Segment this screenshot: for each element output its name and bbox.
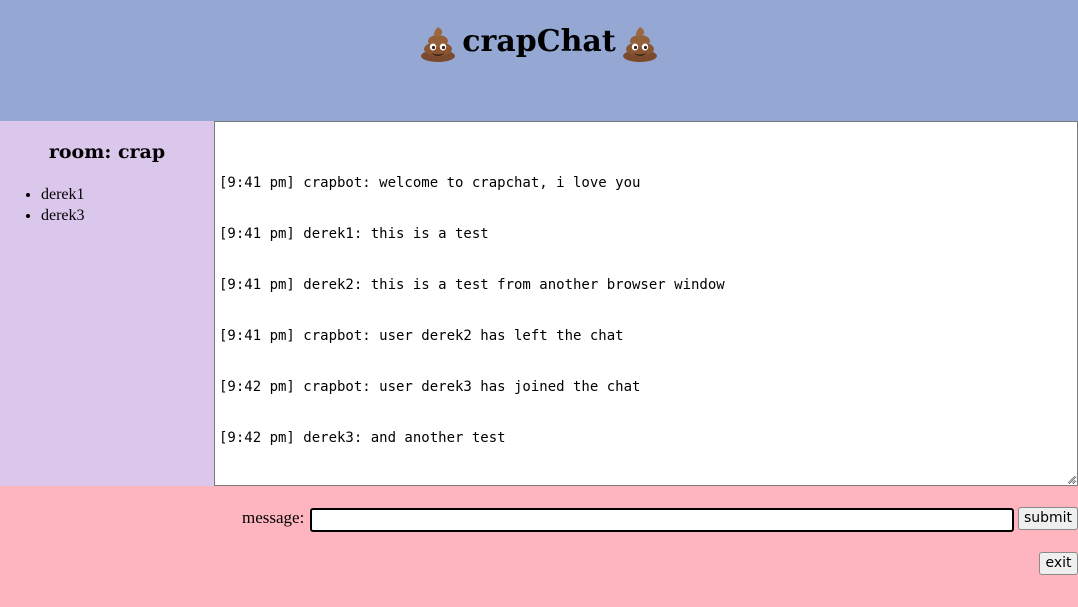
chat-message: [9:41 pm] derek1: this is a test	[219, 226, 489, 242]
room-sidebar: room: crap derek1 derek3	[0, 121, 214, 486]
user-list-item: derek1	[41, 184, 85, 205]
chat-messages: [9:41 pm] crapbot: welcome to crapchat, …	[219, 141, 725, 481]
resize-handle-icon[interactable]	[1067, 475, 1075, 483]
message-footer: message: submit exit	[0, 486, 1078, 607]
chat-message: [9:41 pm] derek2: this is a test from an…	[219, 277, 725, 293]
header: crapChat	[0, 0, 1078, 121]
chat-message: [9:41 pm] crapbot: user derek2 has left …	[219, 328, 624, 344]
chat-message: [9:42 pm] crapbot: user derek3 has joine…	[219, 379, 641, 395]
user-list-item: derek3	[41, 205, 85, 226]
app-name: crapChat	[462, 24, 616, 59]
chat-message: [9:42 pm] derek3: and another test	[219, 430, 506, 446]
poop-emoji-icon	[421, 27, 456, 62]
submit-button[interactable]: submit	[1018, 507, 1078, 530]
poop-emoji-icon	[622, 27, 657, 62]
chat-log[interactable]: [9:41 pm] crapbot: welcome to crapchat, …	[214, 121, 1078, 486]
user-list: derek1 derek3	[0, 184, 85, 226]
message-label: message:	[242, 508, 305, 527]
message-input[interactable]	[310, 508, 1014, 532]
page-title: crapChat	[0, 22, 1078, 63]
exit-button[interactable]: exit	[1039, 552, 1078, 575]
chat-message: [9:41 pm] crapbot: welcome to crapchat, …	[219, 175, 641, 191]
room-title: room: crap	[48, 141, 166, 163]
